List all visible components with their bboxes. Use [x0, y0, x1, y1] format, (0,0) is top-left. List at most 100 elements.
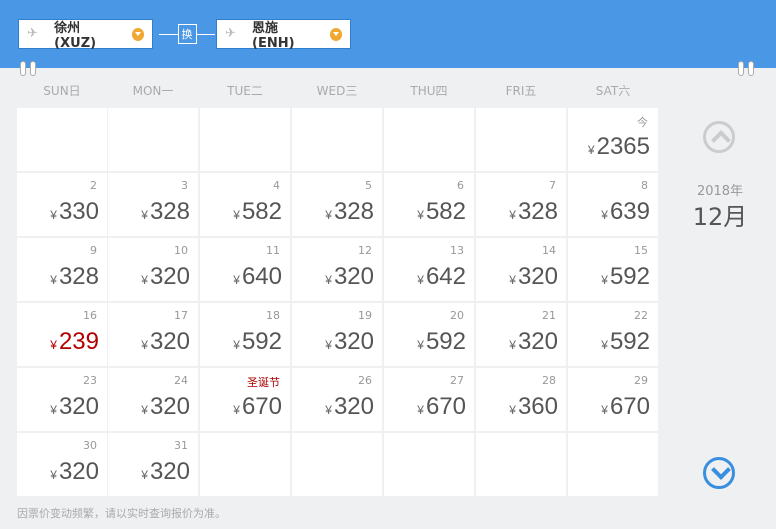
price-value: 592 — [609, 263, 650, 290]
calendar-day-cell[interactable]: 16 ¥239 — [17, 303, 107, 366]
calendar-day-cell[interactable]: 18 ¥592 — [200, 303, 290, 366]
calendar-empty-cell — [200, 108, 290, 171]
calendar-day-cell[interactable]: 12 ¥320 — [292, 238, 382, 301]
price-value: 320 — [333, 263, 374, 290]
arrival-city-select[interactable]: ✈ 恩施(ENH) — [216, 19, 351, 51]
currency-symbol: ¥ — [417, 273, 424, 287]
landing-icon: ✈ — [225, 26, 236, 41]
calendar-empty-cell — [17, 108, 107, 171]
calendar-empty-cell — [568, 433, 658, 496]
currency-symbol: ¥ — [141, 338, 148, 352]
day-label: 14 — [542, 244, 556, 257]
departure-city-label: 徐州(XUZ) — [54, 21, 97, 51]
calendar-day-cell[interactable]: 26 ¥320 — [292, 368, 382, 431]
currency-symbol: ¥ — [325, 403, 332, 417]
calendar-day-cell[interactable]: 6 ¥582 — [384, 173, 474, 236]
departure-city-select[interactable]: ✈ 徐州(XUZ) — [18, 19, 153, 51]
day-label: 5 — [365, 179, 372, 192]
calendar-day-cell[interactable]: 19 ¥320 — [292, 303, 382, 366]
currency-symbol: ¥ — [50, 338, 57, 352]
day-price: ¥328 — [325, 198, 374, 226]
calendar-day-cell[interactable]: 20 ¥592 — [384, 303, 474, 366]
day-price: ¥592 — [233, 328, 282, 356]
weekday-header: FRI五 — [505, 84, 537, 98]
currency-symbol: ¥ — [509, 338, 516, 352]
price-value: 360 — [517, 393, 558, 420]
header-bar: ✈ 徐州(XUZ) 换 ✈ 恩施(ENH) — [0, 0, 776, 68]
price-value: 670 — [241, 393, 282, 420]
takeoff-icon: ✈ — [27, 26, 38, 41]
calendar-day-cell[interactable]: 27 ¥670 — [384, 368, 474, 431]
currency-symbol: ¥ — [601, 273, 608, 287]
binder-ring-icon — [30, 61, 36, 76]
calendar-day-cell[interactable]: 9 ¥328 — [17, 238, 107, 301]
calendar-empty-cell — [108, 108, 198, 171]
swap-button[interactable]: 换 — [159, 24, 215, 44]
currency-symbol: ¥ — [141, 403, 148, 417]
calendar-day-cell[interactable]: 22 ¥592 — [568, 303, 658, 366]
day-price: ¥320 — [141, 328, 190, 356]
calendar-day-cell[interactable]: 7 ¥328 — [476, 173, 566, 236]
calendar-day-cell[interactable]: 3 ¥328 — [108, 173, 198, 236]
price-value: 320 — [333, 393, 374, 420]
day-label: 27 — [450, 374, 464, 387]
price-value: 639 — [609, 198, 650, 225]
price-value: 670 — [425, 393, 466, 420]
calendar-day-cell[interactable]: 21 ¥320 — [476, 303, 566, 366]
currency-symbol: ¥ — [50, 273, 57, 287]
currency-symbol: ¥ — [233, 208, 240, 222]
calendar-day-cell[interactable]: 30 ¥320 — [17, 433, 107, 496]
calendar-day-cell[interactable]: 29 ¥670 — [568, 368, 658, 431]
calendar-empty-cell — [200, 433, 290, 496]
price-disclaimer: 因票价变动频繁，请以实时查询报价为准。 — [17, 507, 226, 520]
calendar-empty-cell — [292, 108, 382, 171]
price-value: 582 — [425, 198, 466, 225]
calendar-day-cell[interactable]: 10 ¥320 — [108, 238, 198, 301]
previous-month-button[interactable] — [703, 121, 735, 153]
binder-ring-icon — [20, 61, 26, 76]
calendar-day-cell[interactable]: 24 ¥320 — [108, 368, 198, 431]
day-price: ¥670 — [417, 393, 466, 421]
day-price: ¥2365 — [588, 133, 650, 161]
calendar-day-cell[interactable]: 23 ¥320 — [17, 368, 107, 431]
currency-symbol: ¥ — [417, 208, 424, 222]
calendar-day-cell[interactable]: 11 ¥640 — [200, 238, 290, 301]
weekday-header: SUN日 — [43, 84, 81, 98]
day-price: ¥328 — [50, 263, 99, 291]
currency-symbol: ¥ — [50, 403, 57, 417]
currency-symbol: ¥ — [141, 273, 148, 287]
calendar-day-cell[interactable]: 31 ¥320 — [108, 433, 198, 496]
day-price: ¥328 — [509, 198, 558, 226]
day-price: ¥582 — [417, 198, 466, 226]
price-value: 592 — [241, 328, 282, 355]
calendar-day-cell[interactable]: 5 ¥328 — [292, 173, 382, 236]
calendar-day-cell[interactable]: 28 ¥360 — [476, 368, 566, 431]
day-price: ¥328 — [141, 198, 190, 226]
calendar-day-cell[interactable]: 4 ¥582 — [200, 173, 290, 236]
calendar-day-cell[interactable]: 14 ¥320 — [476, 238, 566, 301]
calendar-day-cell[interactable]: 13 ¥642 — [384, 238, 474, 301]
weekday-header: TUE二 — [227, 84, 263, 98]
next-month-button[interactable] — [703, 457, 735, 489]
calendar-day-cell[interactable]: 2 ¥330 — [17, 173, 107, 236]
currency-symbol: ¥ — [141, 208, 148, 222]
calendar-empty-cell — [384, 433, 474, 496]
day-label: 22 — [634, 309, 648, 322]
day-price: ¥320 — [50, 458, 99, 486]
price-value: 320 — [333, 328, 374, 355]
calendar-day-cell[interactable]: 8 ¥639 — [568, 173, 658, 236]
calendar-empty-cell — [292, 433, 382, 496]
price-value: 592 — [609, 328, 650, 355]
day-price: ¥320 — [509, 263, 558, 291]
day-label: 23 — [83, 374, 97, 387]
price-value: 328 — [58, 263, 99, 290]
calendar-day-cell[interactable]: 17 ¥320 — [108, 303, 198, 366]
calendar-day-cell[interactable]: 圣诞节 ¥670 — [200, 368, 290, 431]
day-price: ¥320 — [325, 393, 374, 421]
day-label: 3 — [181, 179, 188, 192]
day-price: ¥639 — [601, 198, 650, 226]
day-label: 30 — [83, 439, 97, 452]
day-label: 12 — [358, 244, 372, 257]
calendar-day-cell[interactable]: 15 ¥592 — [568, 238, 658, 301]
calendar-day-cell[interactable]: 今 ¥2365 — [568, 108, 658, 171]
